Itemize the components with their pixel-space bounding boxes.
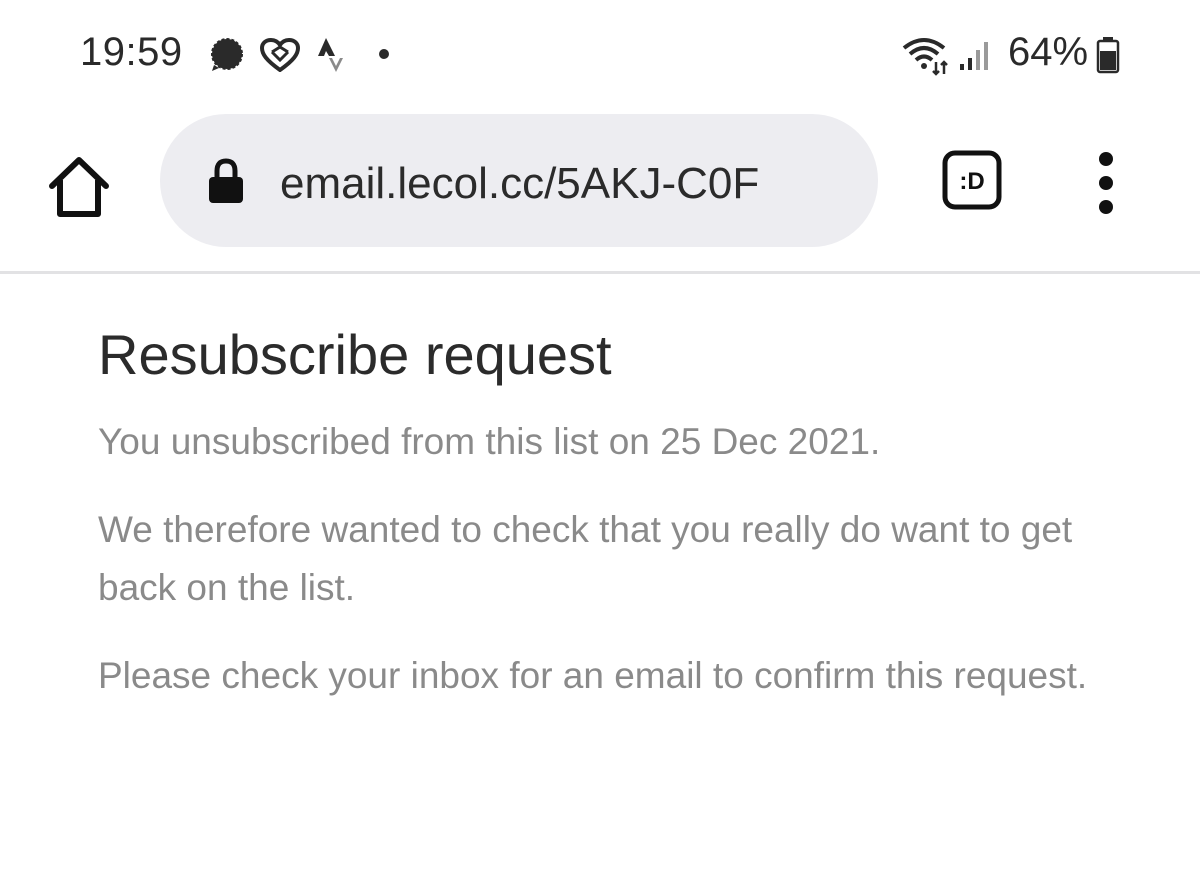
extension-label: :D [959, 168, 984, 195]
page-content: Resubscribe request You unsubscribed fro… [98, 300, 1158, 705]
extension-icon[interactable]: :D [942, 150, 1002, 210]
phone-screen: 19:59 64% email.lecol.cc/5AKJ-C0F:D Res… [0, 0, 1200, 891]
dot-icon [379, 49, 389, 59]
strava-icon [318, 38, 343, 72]
cell-signal-icon [960, 42, 988, 70]
url-text: email.lecol.cc/5AKJ-C0F [280, 159, 760, 208]
status-bar: 19:59 64% [0, 0, 1200, 108]
lock-icon [209, 158, 243, 203]
paragraph-check-inbox: Please check your inbox for an email to … [98, 655, 1088, 696]
signal-messenger-icon [211, 38, 243, 71]
status-time: 19:59 [80, 30, 183, 74]
wifi-icon [902, 38, 948, 76]
overflow-menu-icon[interactable] [1088, 150, 1124, 216]
page-title: Resubscribe request [98, 323, 612, 386]
address-bar[interactable]: email.lecol.cc/5AKJ-C0F [160, 114, 878, 247]
paragraph-unsubscribed-date: You unsubscribed from this list on 25 De… [98, 421, 881, 462]
browser-toolbar: email.lecol.cc/5AKJ-C0F :D [0, 108, 1200, 274]
battery-percent: 64% [1008, 30, 1089, 74]
paragraph-check-intent: We therefore wanted to check that you re… [98, 509, 1073, 608]
home-icon[interactable] [44, 152, 114, 222]
heart-icon [260, 38, 300, 72]
battery-icon [1096, 37, 1120, 74]
